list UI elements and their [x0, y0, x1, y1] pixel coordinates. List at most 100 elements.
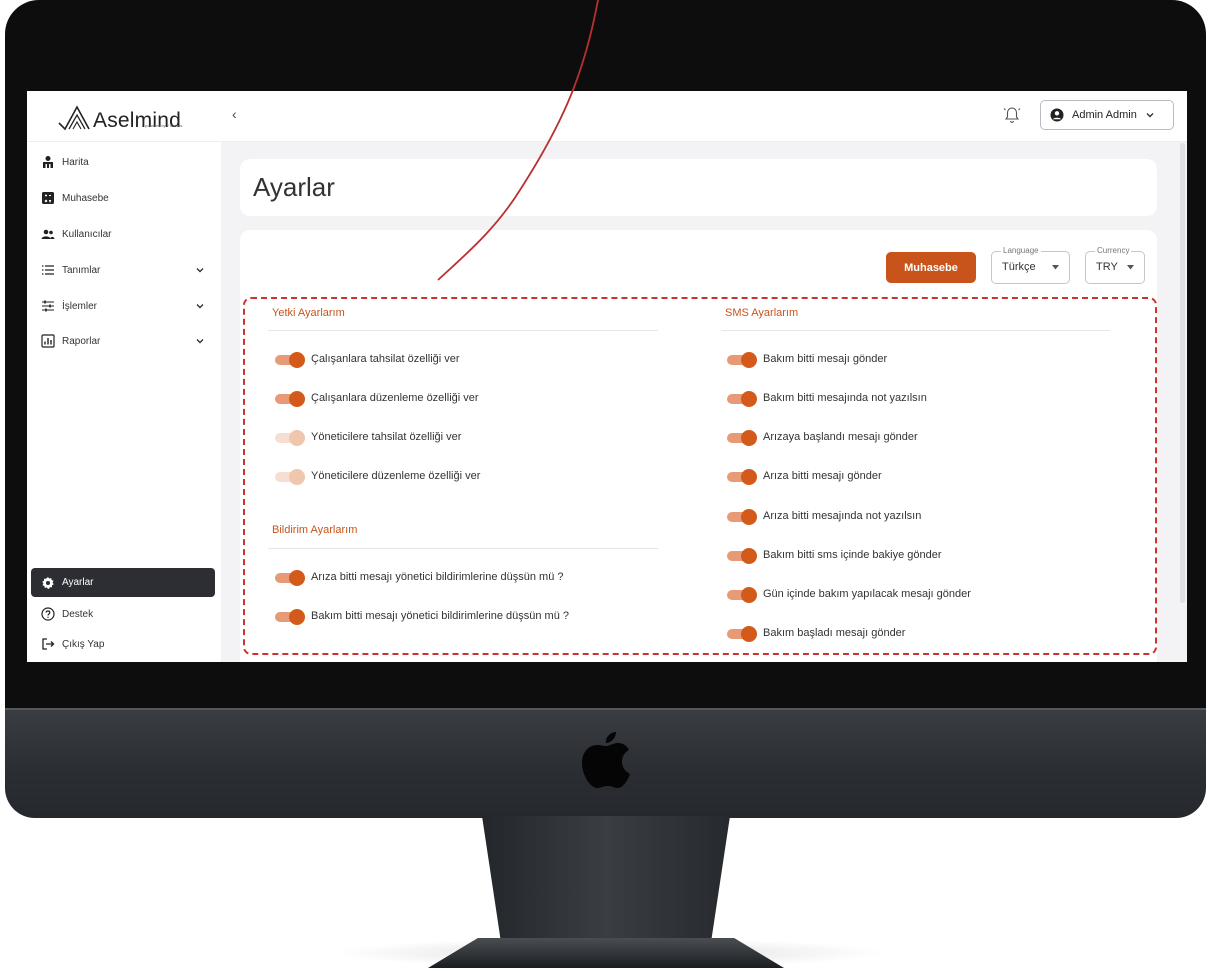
- brand-name: Aselmind: [93, 109, 181, 132]
- brand[interactable]: Aselmind: [57, 103, 181, 133]
- sliders-icon: [42, 300, 54, 312]
- setting-label: Yöneticilere tahsilat özelliği ver: [311, 431, 462, 443]
- setting-label: Arıza bitti mesajında not yazılsın: [763, 510, 922, 522]
- aselmind-logo-icon: [58, 105, 90, 131]
- setting-label: Gün içinde bakım yapılacak mesajı gönder: [763, 588, 971, 600]
- sidebar-item-label: Raporlar: [62, 335, 101, 347]
- setting-label: Bakım başladı mesajı gönder: [763, 627, 906, 639]
- sidebar-item-harita[interactable]: Harita: [31, 148, 215, 176]
- chevron-down-icon: [196, 268, 204, 273]
- muhasebe-button[interactable]: Muhasebe: [886, 252, 976, 283]
- toggle-switch[interactable]: [275, 609, 305, 625]
- setting-row: Çalışanlara tahsilat özelliği ver: [275, 352, 460, 368]
- chevron-down-icon: [196, 339, 204, 344]
- list-icon: [42, 265, 54, 275]
- sidebar-item-tanimlar[interactable]: Tanımlar: [31, 256, 215, 284]
- collapse-sidebar-button[interactable]: ‹: [232, 106, 237, 122]
- setting-row: Çalışanlara düzenleme özelliği ver: [275, 391, 479, 407]
- user-avatar-icon: [1050, 108, 1064, 122]
- user-menu-button[interactable]: Admin Admin: [1040, 100, 1174, 130]
- toggle-switch[interactable]: [727, 352, 757, 368]
- setting-label: Bakım bitti mesajında not yazılsın: [763, 392, 927, 404]
- bell-icon[interactable]: [1003, 106, 1021, 124]
- chevron-down-icon: [196, 304, 204, 309]
- toggle-switch[interactable]: [275, 570, 305, 586]
- top-bar: Aselmind powered by ✓aselsis ‹ Admin Adm…: [27, 91, 1187, 142]
- toggle-switch[interactable]: [727, 587, 757, 603]
- setting-row: Bakım başladı mesajı gönder: [727, 626, 906, 642]
- toggle-switch[interactable]: [275, 391, 305, 407]
- setting-row: Yöneticilere düzenleme özelliği ver: [275, 469, 481, 485]
- sidebar-item-raporlar[interactable]: Raporlar: [31, 327, 215, 355]
- toggle-switch[interactable]: [727, 626, 757, 642]
- user-name: Admin Admin: [1072, 109, 1137, 121]
- setting-row: Gün içinde bakım yapılacak mesajı gönder: [727, 587, 971, 603]
- toggle-switch[interactable]: [275, 352, 305, 368]
- sidebar-item-label: Kullanıcılar: [62, 228, 112, 240]
- page-title: Ayarlar: [253, 172, 335, 202]
- language-value: Türkçe: [1002, 261, 1036, 273]
- divider: [268, 330, 658, 331]
- toggle-switch[interactable]: [275, 430, 305, 446]
- setting-label: Bakım bitti mesajı gönder: [763, 353, 888, 365]
- sidebar-item-label: Ayarlar: [62, 577, 94, 588]
- toggle-switch[interactable]: [275, 469, 305, 485]
- setting-row: Arızaya başlandı mesajı gönder: [727, 430, 918, 446]
- scrollbar[interactable]: [1180, 143, 1185, 603]
- sidebar-item-label: Destek: [62, 608, 94, 620]
- setting-row: Bakım bitti sms içinde bakiye gönder: [727, 548, 942, 564]
- setting-label: Çalışanlara tahsilat özelliği ver: [311, 353, 460, 365]
- sidebar-item-destek[interactable]: Destek: [31, 600, 215, 628]
- toggle-switch[interactable]: [727, 430, 757, 446]
- setting-label: Arıza bitti mesajı gönder: [763, 470, 882, 482]
- logout-icon: [42, 638, 55, 650]
- calculator-icon: [42, 192, 54, 204]
- brand-subtitle: powered by ✓aselsis: [145, 123, 183, 128]
- sidebar-item-label: Çıkış Yap: [62, 638, 105, 650]
- yetki-section-title: Yetki Ayarlarım: [272, 307, 345, 319]
- toggle-switch[interactable]: [727, 509, 757, 525]
- sidebar-item-islemler[interactable]: İşlemler: [31, 292, 215, 320]
- page-header-card: Ayarlar: [240, 159, 1157, 216]
- sidebar-item-label: Tanımlar: [62, 264, 101, 276]
- monitor-stand-base: [428, 938, 784, 968]
- sidebar-item-ayarlar[interactable]: Ayarlar: [31, 568, 215, 597]
- language-legend: Language: [1001, 246, 1041, 255]
- setting-row: Arıza bitti mesajı yönetici bildirimleri…: [275, 570, 564, 586]
- sms-section-title: SMS Ayarlarım: [725, 307, 799, 319]
- sidebar-item-label: Harita: [62, 156, 89, 168]
- screen: Aselmind powered by ✓aselsis ‹ Admin Adm…: [27, 91, 1187, 662]
- setting-row: Bakım bitti mesajı yönetici bildirimleri…: [275, 609, 569, 625]
- setting-label: Bakım bitti mesajı yönetici bildirimleri…: [311, 610, 569, 622]
- sidebar: Harita Muhasebe Kullanıcılar Tanımlar İş…: [27, 142, 221, 662]
- setting-label: Arızaya başlandı mesajı gönder: [763, 431, 918, 443]
- sidebar-item-label: İşlemler: [62, 300, 98, 312]
- setting-label: Yöneticilere düzenleme özelliği ver: [311, 470, 481, 482]
- caret-down-icon: [1127, 265, 1134, 270]
- toggle-switch[interactable]: [727, 391, 757, 407]
- gear-icon: [42, 576, 54, 589]
- language-select[interactable]: Language Türkçe: [991, 246, 1070, 284]
- map-icon: [43, 156, 53, 168]
- currency-legend: Currency: [1095, 246, 1132, 255]
- sidebar-item-kullanicilar[interactable]: Kullanıcılar: [31, 220, 215, 248]
- apple-logo-icon: [582, 732, 630, 788]
- help-icon: [41, 607, 55, 621]
- chart-icon: [41, 334, 55, 348]
- setting-row: Bakım bitti mesajı gönder: [727, 352, 888, 368]
- toggle-switch[interactable]: [727, 469, 757, 485]
- divider: [721, 330, 1110, 331]
- setting-row: Arıza bitti mesajında not yazılsın: [727, 509, 922, 525]
- currency-select[interactable]: Currency TRY: [1085, 246, 1145, 284]
- divider: [268, 548, 658, 549]
- sidebar-item-cikis[interactable]: Çıkış Yap: [31, 630, 215, 658]
- setting-row: Yöneticilere tahsilat özelliği ver: [275, 430, 462, 446]
- setting-row: Arıza bitti mesajı gönder: [727, 469, 882, 485]
- setting-label: Bakım bitti sms içinde bakiye gönder: [763, 549, 942, 561]
- caret-down-icon: [1052, 265, 1059, 270]
- toggle-switch[interactable]: [727, 548, 757, 564]
- bildirim-section-title: Bildirim Ayarlarım: [272, 524, 358, 536]
- sidebar-item-label: Muhasebe: [62, 192, 109, 204]
- setting-label: Arıza bitti mesajı yönetici bildirimleri…: [311, 571, 564, 583]
- sidebar-item-muhasebe[interactable]: Muhasebe: [31, 184, 215, 212]
